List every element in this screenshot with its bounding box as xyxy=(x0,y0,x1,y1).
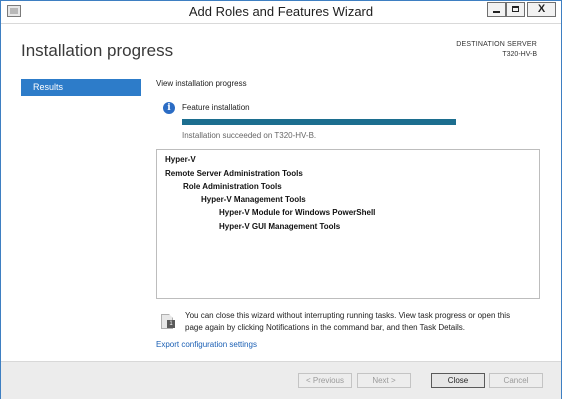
destination-server-label: DESTINATION SERVER xyxy=(456,41,537,48)
wizard-window: Add Roles and Features Wizard X Installa… xyxy=(0,0,562,399)
result-item: Hyper-V GUI Management Tools xyxy=(219,222,341,231)
notification-count-badge: 1 xyxy=(167,320,175,328)
maximize-button[interactable] xyxy=(506,2,525,17)
sidebar-item-results[interactable]: Results xyxy=(21,79,141,96)
export-configuration-link[interactable]: Export configuration settings xyxy=(156,340,257,349)
wizard-footer: < Previous Next > Close Cancel xyxy=(1,361,561,399)
destination-server-name: T320-HV-B xyxy=(502,51,537,58)
result-item: Hyper-V Management Tools xyxy=(201,195,306,204)
progress-fill xyxy=(182,119,456,125)
window-title: Add Roles and Features Wizard xyxy=(188,4,374,19)
close-window-button[interactable]: X xyxy=(527,2,556,17)
close-button[interactable]: Close xyxy=(431,373,485,388)
minimize-button[interactable] xyxy=(487,2,506,17)
title-bar: Add Roles and Features Wizard X xyxy=(1,1,561,24)
result-item: Remote Server Administration Tools xyxy=(165,169,303,178)
result-item: Hyper-V Module for Windows PowerShell xyxy=(219,208,376,217)
close-wizard-note: You can close this wizard without interr… xyxy=(185,311,511,332)
next-button[interactable]: Next > xyxy=(357,373,411,388)
installation-status: Installation succeeded on T320-HV-B. xyxy=(182,131,317,140)
cancel-button[interactable]: Cancel xyxy=(489,373,543,388)
result-item: Role Administration Tools xyxy=(183,182,282,191)
previous-button[interactable]: < Previous xyxy=(298,373,352,388)
info-icon: i xyxy=(163,102,175,114)
close-icon: X xyxy=(537,3,546,15)
results-list: Hyper-V Remote Server Administration Too… xyxy=(156,149,540,299)
feature-installation-label: Feature installation xyxy=(182,103,250,112)
page-title: Installation progress xyxy=(21,41,174,60)
progress-bar xyxy=(182,119,456,125)
minimize-icon xyxy=(493,11,500,13)
result-item: Hyper-V xyxy=(165,155,196,164)
section-label: View installation progress xyxy=(156,79,247,88)
maximize-icon xyxy=(512,6,519,12)
